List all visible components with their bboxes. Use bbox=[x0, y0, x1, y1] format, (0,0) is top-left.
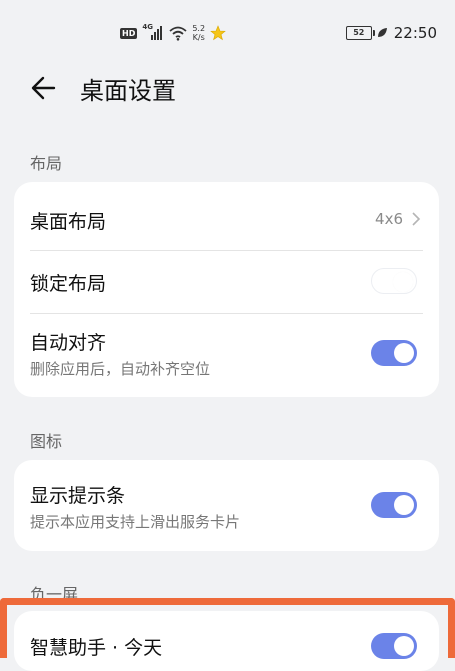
toggle-knob bbox=[394, 495, 414, 515]
card-layout: 桌面布局 4x6 锁定布局 自动对齐 删除应用后，自动补齐空位 bbox=[14, 182, 439, 397]
auto-align-title: 自动对齐 bbox=[30, 332, 107, 354]
page-title: 桌面设置 bbox=[80, 77, 176, 105]
row-show-hint-bar: 显示提示条 提示本应用支持上滑出服务卡片 bbox=[14, 460, 439, 551]
chevron-right-icon bbox=[412, 212, 421, 226]
toggle-knob bbox=[393, 272, 413, 292]
show-hint-bar-subtitle: 提示本应用支持上滑出服务卡片 bbox=[30, 513, 241, 531]
desktop-layout-title: 桌面布局 bbox=[30, 211, 107, 233]
section-label-icons: 图标 bbox=[30, 432, 63, 451]
back-arrow-icon[interactable] bbox=[26, 70, 66, 106]
show-hint-bar-title: 显示提示条 bbox=[30, 485, 126, 507]
star-icon bbox=[210, 25, 226, 41]
auto-align-toggle[interactable] bbox=[371, 340, 417, 366]
section-label-layout: 布局 bbox=[30, 154, 63, 173]
lock-layout-title: 锁定布局 bbox=[30, 273, 107, 295]
page-header: 桌面设置 bbox=[0, 60, 455, 116]
network-type: 4G bbox=[142, 23, 153, 31]
auto-align-subtitle: 删除应用后，自动补齐空位 bbox=[30, 360, 211, 378]
wifi-icon bbox=[169, 26, 187, 41]
network-speed: 5.2 K/s bbox=[192, 24, 205, 42]
row-auto-align: 自动对齐 删除应用后，自动补齐空位 bbox=[14, 314, 439, 397]
row-lock-layout: 锁定布局 bbox=[14, 251, 439, 313]
speed-unit: K/s bbox=[192, 33, 205, 42]
speed-value: 5.2 bbox=[192, 24, 206, 33]
toggle-knob bbox=[394, 343, 414, 363]
show-hint-bar-toggle[interactable] bbox=[371, 492, 417, 518]
card-icons: 显示提示条 提示本应用支持上滑出服务卡片 bbox=[14, 460, 439, 551]
signal-icon: 4G bbox=[142, 23, 164, 41]
highlight-frame bbox=[0, 598, 455, 658]
battery-icon: 52 bbox=[345, 26, 375, 40]
lock-layout-toggle[interactable] bbox=[371, 268, 417, 294]
status-icons: HD 4G 5.2 K/s bbox=[120, 20, 226, 46]
status-right: 52 22:50 bbox=[345, 22, 437, 44]
hd-icon: HD bbox=[120, 27, 138, 39]
status-bar: HD 4G 5.2 K/s 52 22:50 bbox=[0, 0, 455, 60]
clock: 22:50 bbox=[393, 24, 437, 42]
row-desktop-layout[interactable]: 桌面布局 4x6 bbox=[14, 182, 439, 250]
desktop-layout-value: 4x6 bbox=[375, 210, 403, 228]
leaf-icon bbox=[377, 28, 387, 37]
